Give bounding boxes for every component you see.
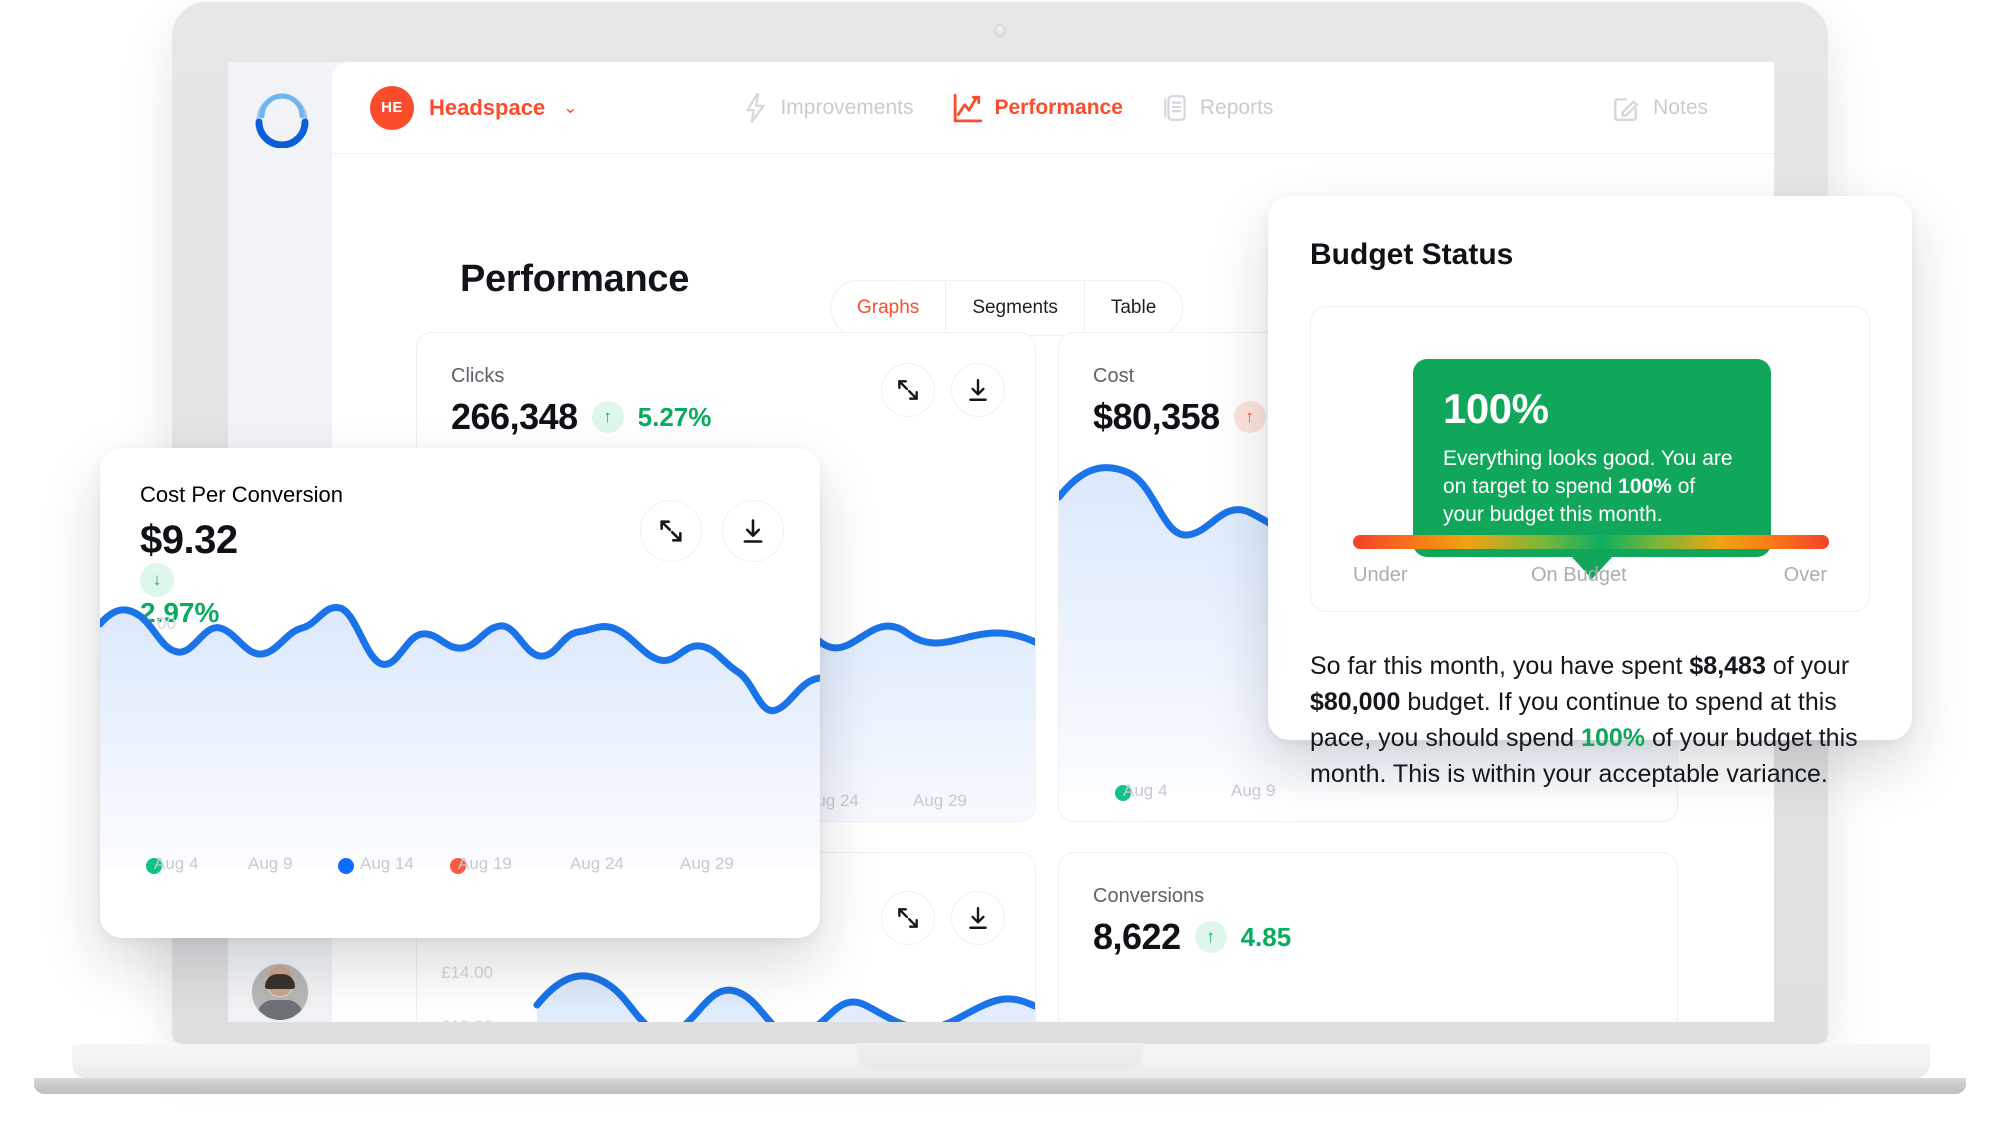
cpc-xtick: Aug 14 bbox=[360, 854, 414, 873]
cpc-xtick: Aug 4 bbox=[154, 854, 199, 873]
budget-gauge-container: 100% Everything looks good. You are on t… bbox=[1310, 306, 1870, 612]
top-navigation-bar: HE Headspace ⌄ Improvements Performance … bbox=[332, 62, 1774, 154]
cost-xtick: Aug 9 bbox=[1231, 781, 1276, 800]
card-conversions[interactable]: Conversions 8,622 ↑ 4.85 £14.00 £13.00 bbox=[1058, 852, 1678, 1022]
expand-clicks-button[interactable] bbox=[881, 363, 935, 417]
edit-note-icon bbox=[1614, 97, 1639, 121]
avatar-body bbox=[257, 1000, 303, 1020]
nav-label: Improvements bbox=[780, 95, 914, 119]
download-icon bbox=[743, 519, 763, 543]
nav-label: Reports bbox=[1199, 95, 1274, 119]
screenshot-root: HE Headspace ⌄ Improvements Performance … bbox=[0, 0, 2000, 1142]
card-metric-value: $80,358 bbox=[1093, 396, 1220, 437]
cpc-xtick: Aug 19 bbox=[458, 854, 512, 873]
card-metric-value: 8,622 bbox=[1093, 916, 1181, 957]
view-tabs: Graphs Segments Table bbox=[830, 280, 1184, 336]
trend-arrow-icon: ↓ bbox=[140, 563, 174, 597]
expand-bottom-left-button[interactable] bbox=[881, 891, 935, 945]
webcam-icon bbox=[994, 24, 1006, 37]
para-budget-amount: $80,000 bbox=[1310, 688, 1401, 716]
cpc-xtick: Aug 9 bbox=[248, 854, 293, 873]
user-avatar[interactable] bbox=[250, 962, 310, 1022]
para-pace-percent: 100% bbox=[1581, 724, 1645, 752]
document-icon bbox=[1164, 94, 1186, 121]
expand-cpc-button[interactable] bbox=[640, 500, 702, 562]
card-metric-name: Conversions bbox=[1093, 885, 1205, 907]
nav-item-improvements[interactable]: Improvements bbox=[743, 92, 914, 123]
expand-icon bbox=[660, 520, 682, 542]
page-header: Performance bbox=[460, 258, 689, 301]
nav-label: Notes bbox=[1653, 95, 1708, 119]
bottom-left-sparkline bbox=[533, 972, 1035, 1022]
cpc-area-chart bbox=[100, 604, 820, 866]
expand-icon bbox=[898, 908, 918, 928]
scale-label-under: Under bbox=[1353, 564, 1408, 586]
para-part2: of your bbox=[1765, 652, 1850, 680]
budget-status-title: Budget Status bbox=[1310, 238, 1514, 271]
cpc-xtick: Aug 24 bbox=[570, 854, 624, 873]
budget-percent: 100% bbox=[1443, 385, 1549, 432]
scale-label-over: Over bbox=[1783, 564, 1827, 586]
budget-status-panel[interactable]: Budget Status 100% Everything looks good… bbox=[1268, 196, 1912, 788]
budget-summary-paragraph: So far this month, you have spent $8,483… bbox=[1310, 648, 1876, 792]
trend-percent: 4.85 bbox=[1240, 921, 1292, 952]
cpc-xtick: Aug 29 bbox=[680, 854, 734, 873]
headspace-circle-logo bbox=[255, 93, 309, 148]
para-part1: So far this month, you have spent bbox=[1310, 652, 1690, 680]
budget-gradient-bar bbox=[1353, 535, 1829, 549]
main-nav: Improvements Performance Reports bbox=[743, 92, 1274, 123]
tab-table[interactable]: Table bbox=[1085, 281, 1182, 335]
cost-per-conversion-card[interactable]: Cost Per Conversion $9.32 ↓ 2.97% £14.00… bbox=[100, 448, 820, 938]
account-switcher[interactable]: HE Headspace ⌄ bbox=[370, 85, 577, 130]
budget-bubble-text: Everything looks good. You are on target… bbox=[1443, 445, 1741, 529]
download-clicks-button[interactable] bbox=[951, 363, 1005, 417]
legend-dot-blue bbox=[338, 858, 354, 874]
cost-xtick: Aug 4 bbox=[1123, 781, 1168, 800]
page-title: Performance bbox=[460, 258, 690, 300]
scale-label-on-budget: On Budget bbox=[1531, 564, 1627, 586]
para-spent-amount: $8,483 bbox=[1689, 652, 1766, 680]
line-chart-icon bbox=[954, 93, 983, 122]
trend-arrow-icon: ↑ bbox=[1194, 921, 1227, 953]
nav-item-notes[interactable]: Notes bbox=[1611, 93, 1708, 123]
download-bottom-left-button[interactable] bbox=[951, 891, 1005, 945]
download-cpc-button[interactable] bbox=[722, 500, 784, 562]
tab-graphs[interactable]: Graphs bbox=[831, 281, 947, 335]
card-metric-value: 266,348 bbox=[451, 396, 578, 437]
laptop-notch bbox=[857, 1043, 1143, 1069]
trend-arrow-icon: ↑ bbox=[591, 401, 624, 433]
clicks-xtick: Aug 29 bbox=[913, 791, 967, 810]
trend-percent: 5.27% bbox=[637, 401, 712, 432]
laptop-foot bbox=[34, 1078, 1966, 1094]
nav-item-performance[interactable]: Performance bbox=[953, 93, 1123, 123]
trend-arrow-icon: ↑ bbox=[1233, 401, 1266, 433]
nav-item-reports[interactable]: Reports bbox=[1163, 93, 1274, 123]
avatar-hair bbox=[265, 973, 295, 989]
download-icon bbox=[969, 907, 987, 929]
expand-icon bbox=[898, 380, 918, 400]
chevron-down-icon[interactable]: ⌄ bbox=[563, 98, 577, 118]
bolt-icon bbox=[746, 92, 766, 123]
account-avatar: HE bbox=[370, 85, 414, 130]
cpc-metric-value: $9.32 bbox=[140, 518, 238, 562]
tab-segments[interactable]: Segments bbox=[946, 281, 1085, 335]
account-name: Headspace bbox=[429, 94, 546, 120]
budget-callout-bubble: 100% Everything looks good. You are on t… bbox=[1413, 359, 1771, 579]
download-icon bbox=[969, 379, 987, 401]
bubble-text-bold: 100% bbox=[1618, 474, 1672, 498]
nav-label: Performance bbox=[994, 95, 1123, 119]
